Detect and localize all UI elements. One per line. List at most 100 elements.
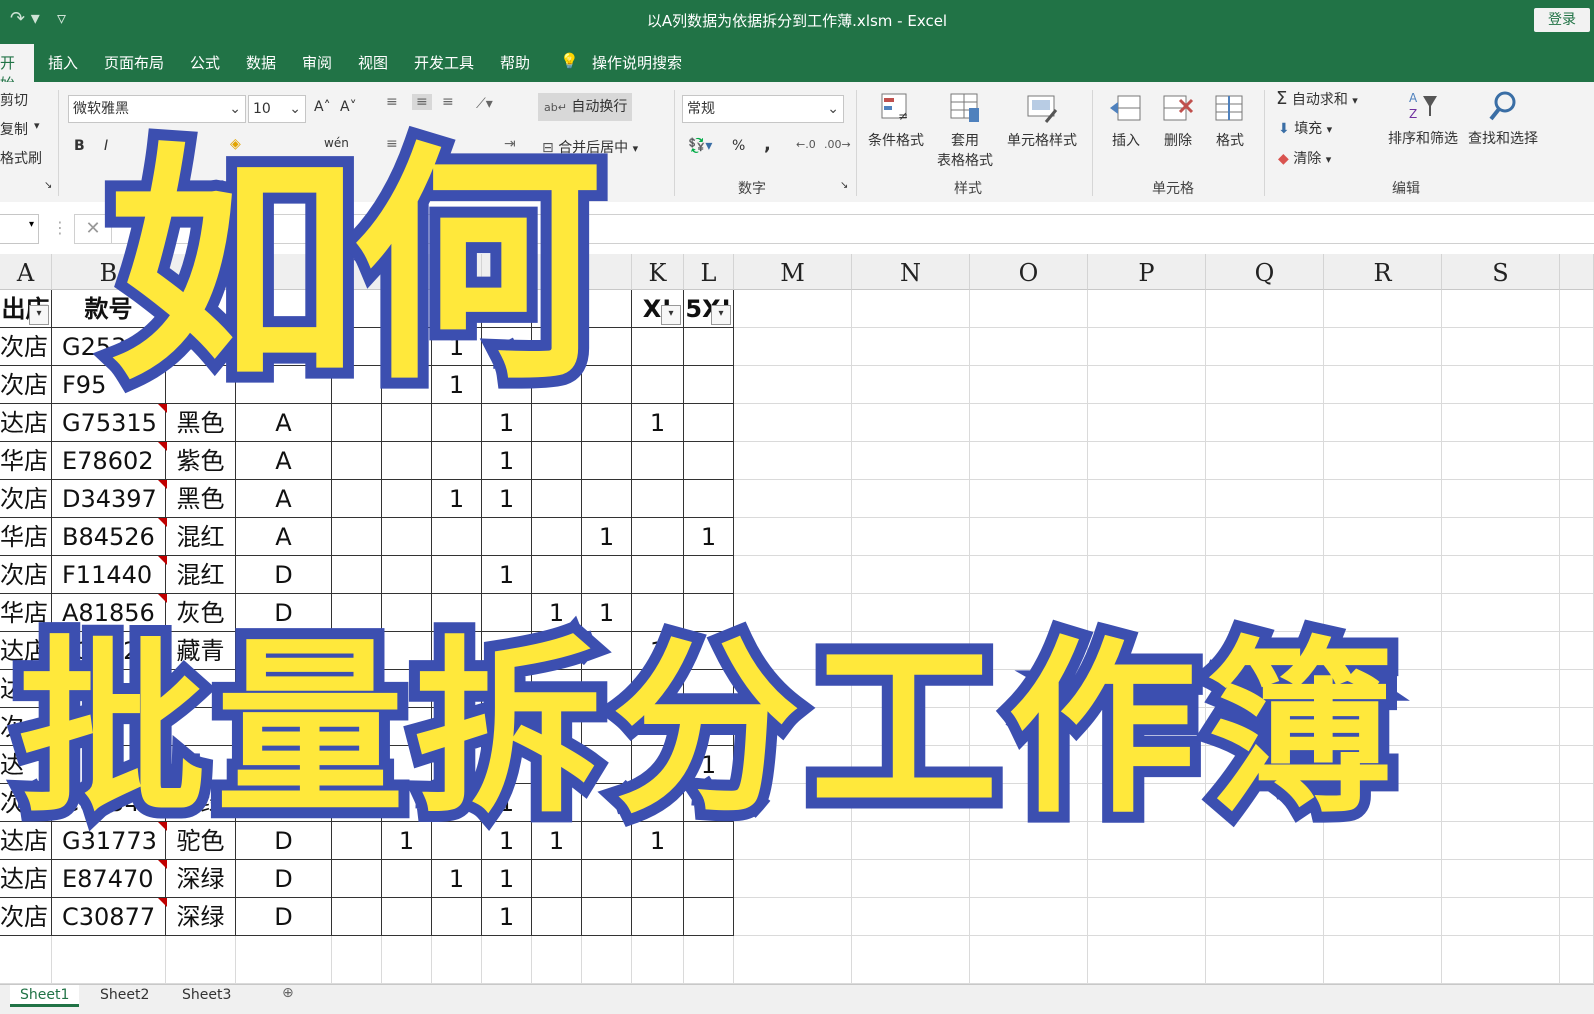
number-launcher-icon[interactable]: ↘ <box>840 180 848 191</box>
delete-cells-button[interactable]: 删除 <box>1156 90 1200 150</box>
empty-cell[interactable] <box>632 936 684 984</box>
empty-cell[interactable] <box>1324 860 1442 898</box>
tab-help[interactable]: 帮助 <box>500 52 530 73</box>
table-cell[interactable]: 次店 <box>0 328 52 366</box>
table-cell[interactable] <box>332 480 382 518</box>
empty-cell[interactable] <box>852 442 970 480</box>
table-cell[interactable] <box>684 404 734 442</box>
empty-cell[interactable] <box>1206 518 1324 556</box>
empty-cell[interactable] <box>1442 936 1560 984</box>
empty-cell[interactable] <box>382 936 432 984</box>
empty-cell[interactable] <box>734 936 852 984</box>
table-cell[interactable]: 达店 <box>0 404 52 442</box>
empty-cell[interactable] <box>1088 328 1206 366</box>
find-select-button[interactable]: 查找和选择 <box>1464 88 1542 148</box>
table-cell[interactable]: 1 <box>482 480 532 518</box>
empty-cell[interactable] <box>1324 936 1442 984</box>
table-cell[interactable]: 深绿 <box>166 860 236 898</box>
copy-button[interactable]: 复制 <box>0 119 28 139</box>
empty-cell[interactable] <box>970 404 1088 442</box>
table-cell[interactable]: 1 <box>684 518 734 556</box>
table-header-cell[interactable]: X! ▾ <box>632 290 684 328</box>
empty-cell[interactable] <box>1442 290 1560 328</box>
tab-review[interactable]: 审阅 <box>302 52 332 73</box>
empty-cell[interactable] <box>970 480 1088 518</box>
empty-cell[interactable] <box>1442 366 1560 404</box>
table-header-cell[interactable]: 出店 ▾ <box>0 290 52 328</box>
sheet-tab-1[interactable]: Sheet1 <box>10 985 80 1007</box>
format-cells-button[interactable]: 格式 <box>1208 90 1252 150</box>
tab-view[interactable]: 视图 <box>358 52 388 73</box>
table-cell[interactable]: 1 <box>482 898 532 936</box>
insert-cells-button[interactable]: 插入 <box>1104 90 1148 150</box>
empty-cell[interactable] <box>1088 518 1206 556</box>
copy-dropdown-icon[interactable]: ▾ <box>34 119 40 132</box>
sheet-tab-2[interactable]: Sheet2 <box>90 985 159 1007</box>
empty-cell[interactable] <box>734 898 852 936</box>
column-header[interactable]: O <box>970 254 1088 290</box>
table-cell[interactable]: 混红 <box>166 518 236 556</box>
empty-cell[interactable] <box>852 480 970 518</box>
empty-cell[interactable] <box>1442 518 1560 556</box>
table-cell[interactable]: 达店 <box>0 860 52 898</box>
tab-developer[interactable]: 开发工具 <box>414 52 474 73</box>
empty-cell[interactable] <box>1560 746 1594 784</box>
fill-button[interactable]: ⬇ 填充 ▾ <box>1278 118 1332 138</box>
table-cell[interactable]: D34397 <box>52 480 166 518</box>
bold-button[interactable]: B <box>74 138 85 154</box>
table-cell[interactable] <box>432 898 482 936</box>
table-cell[interactable]: A <box>236 518 332 556</box>
empty-cell[interactable] <box>1442 480 1560 518</box>
empty-cell[interactable] <box>1442 328 1560 366</box>
table-cell[interactable] <box>532 898 582 936</box>
table-cell[interactable]: 1 <box>582 518 632 556</box>
table-cell[interactable] <box>582 860 632 898</box>
table-cell[interactable] <box>632 328 684 366</box>
empty-cell[interactable] <box>734 480 852 518</box>
empty-cell[interactable] <box>1442 822 1560 860</box>
empty-cell[interactable] <box>1206 442 1324 480</box>
empty-cell[interactable] <box>1088 898 1206 936</box>
table-cell[interactable] <box>432 518 482 556</box>
table-cell[interactable] <box>532 442 582 480</box>
comma-button[interactable]: , <box>764 134 771 155</box>
column-header[interactable]: K <box>632 254 684 290</box>
column-header[interactable]: S <box>1442 254 1560 290</box>
table-cell[interactable] <box>532 556 582 594</box>
column-header[interactable] <box>1560 254 1594 290</box>
empty-cell[interactable] <box>1442 404 1560 442</box>
table-cell[interactable] <box>632 442 684 480</box>
empty-cell[interactable] <box>852 290 970 328</box>
table-cell[interactable] <box>382 518 432 556</box>
table-cell[interactable] <box>632 860 684 898</box>
table-cell[interactable] <box>382 860 432 898</box>
table-cell[interactable]: 深绿 <box>166 898 236 936</box>
empty-cell[interactable] <box>332 936 382 984</box>
empty-cell[interactable] <box>1560 518 1594 556</box>
empty-cell[interactable] <box>1560 404 1594 442</box>
table-cell[interactable] <box>432 442 482 480</box>
empty-cell[interactable] <box>1206 404 1324 442</box>
empty-cell[interactable] <box>1088 366 1206 404</box>
empty-cell[interactable] <box>734 518 852 556</box>
empty-cell[interactable] <box>734 328 852 366</box>
empty-cell[interactable] <box>1324 518 1442 556</box>
table-cell[interactable] <box>582 480 632 518</box>
empty-cell[interactable] <box>1560 898 1594 936</box>
empty-cell[interactable] <box>1560 366 1594 404</box>
align-middle-icon[interactable]: ≡ <box>412 94 432 110</box>
table-cell[interactable] <box>532 480 582 518</box>
table-cell[interactable] <box>632 518 684 556</box>
empty-cell[interactable] <box>1560 328 1594 366</box>
empty-cell[interactable] <box>1560 442 1594 480</box>
table-cell[interactable]: 1 <box>432 480 482 518</box>
empty-cell[interactable] <box>852 860 970 898</box>
table-cell[interactable] <box>632 480 684 518</box>
empty-cell[interactable] <box>1560 290 1594 328</box>
column-header[interactable]: Q <box>1206 254 1324 290</box>
empty-cell[interactable] <box>1206 480 1324 518</box>
login-button[interactable]: 登录 <box>1534 8 1590 32</box>
empty-cell[interactable] <box>970 898 1088 936</box>
table-cell[interactable]: 次店 <box>0 366 52 404</box>
column-header[interactable]: A <box>0 254 52 290</box>
